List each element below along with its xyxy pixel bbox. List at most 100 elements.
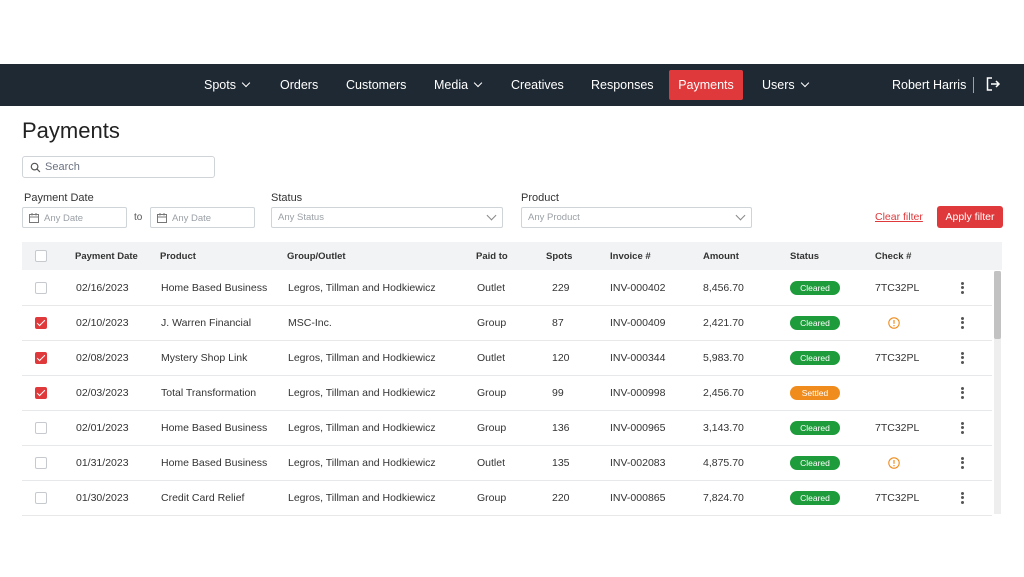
chevron-down-icon [486, 210, 497, 221]
more-options-icon[interactable] [959, 385, 965, 401]
nav-spots[interactable]: Spots [193, 70, 260, 100]
cell-invoice: INV-000998 [610, 387, 666, 399]
calendar-icon [157, 213, 167, 223]
row-checkbox[interactable] [35, 282, 47, 294]
page-title: Payments [22, 118, 120, 143]
header-spots[interactable]: Spots [546, 251, 572, 262]
chevron-down-icon [473, 78, 483, 88]
row-checkbox[interactable] [35, 457, 47, 469]
nav-media[interactable]: Media [423, 70, 492, 100]
cell-payment-date: 02/01/2023 [76, 422, 129, 434]
cell-paid-to: Group [477, 317, 507, 329]
logout-icon[interactable] [985, 76, 1001, 92]
cell-product: J. Warren Financial [161, 317, 252, 329]
search-box [22, 156, 215, 178]
nav-orders[interactable]: Orders [269, 70, 329, 100]
cell-group: Legros, Tillman and Hodkiewicz [288, 422, 436, 434]
apply-filter-button[interactable]: Apply filter [937, 206, 1003, 228]
table-row[interactable]: 02/01/2023 Home Based Business Legros, Til… [22, 411, 992, 446]
cell-invoice: INV-000402 [610, 282, 666, 294]
clear-filter-link[interactable]: Clear filter [875, 211, 923, 223]
more-options-icon[interactable] [959, 350, 965, 366]
cell-amount: 4,875.70 [703, 457, 744, 469]
chevron-down-icon [800, 78, 809, 88]
cell-paid-to: Group [477, 492, 507, 504]
row-checkbox[interactable] [35, 492, 47, 504]
header-group[interactable]: Group/Outlet [287, 251, 346, 262]
more-options-icon[interactable] [959, 315, 965, 331]
status-badge: Cleared [790, 421, 840, 435]
cell-invoice: INV-002083 [610, 457, 666, 469]
row-checkbox[interactable] [35, 352, 47, 364]
nav-payments[interactable]: Payments [669, 70, 743, 100]
date-from-field [22, 207, 127, 228]
status-badge: Settled [790, 386, 840, 400]
header-invoice[interactable]: Invoice # [610, 251, 651, 262]
scrollbar-thumb[interactable] [994, 271, 1001, 339]
cell-paid-to: Outlet [477, 282, 506, 294]
date-to-input[interactable] [172, 211, 247, 225]
cell-spots: 99 [552, 387, 564, 399]
chevron-down-icon [241, 78, 251, 88]
cell-product: Mystery Shop Link [161, 352, 248, 364]
nav-users[interactable]: Users [751, 70, 819, 100]
header-paid-to[interactable]: Paid to [476, 251, 508, 262]
row-checkbox[interactable] [35, 422, 47, 434]
cell-spots: 87 [552, 317, 564, 329]
cell-group: Legros, Tillman and Hodkiewicz [288, 282, 436, 294]
table-row[interactable]: 01/30/2023 Credit Card Relief Legros, Till… [22, 481, 992, 516]
more-options-icon[interactable] [959, 455, 965, 471]
cell-spots: 120 [552, 352, 570, 364]
cell-check: 7TC32PL [875, 492, 920, 504]
date-from-input[interactable] [44, 211, 119, 225]
nav-responses[interactable]: Responses [580, 70, 665, 100]
cell-invoice: INV-000865 [610, 492, 666, 504]
cell-payment-date: 02/10/2023 [76, 317, 129, 329]
search-input[interactable] [45, 159, 210, 175]
cell-paid-to: Outlet [477, 352, 506, 364]
header-payment-date[interactable]: Payment Date [75, 251, 138, 262]
user-name[interactable]: Robert Harris [892, 70, 966, 100]
to-label: to [134, 212, 143, 223]
cell-group: Legros, Tillman and Hodkiewicz [288, 387, 436, 399]
row-checkbox[interactable] [35, 387, 47, 399]
warning-icon[interactable] [888, 457, 900, 469]
table-row[interactable]: 02/03/2023 Total Transformation Legros, Ti… [22, 376, 992, 411]
cell-check: 7TC32PL [875, 352, 920, 364]
table-row[interactable]: 01/31/2023 Home Based Business Legros, Til… [22, 446, 992, 481]
cell-product: Home Based Business [161, 457, 268, 469]
nav-creatives[interactable]: Creatives [500, 70, 575, 100]
header-amount[interactable]: Amount [703, 251, 739, 262]
status-badge: Cleared [790, 456, 840, 470]
cell-invoice: INV-000965 [610, 422, 666, 434]
cell-check: 7TC32PL [875, 422, 920, 434]
cell-product: Total Transformation [161, 387, 257, 399]
nav-customers[interactable]: Customers [335, 70, 417, 100]
product-select[interactable]: Any Product [521, 207, 752, 228]
header-product[interactable]: Product [160, 251, 196, 262]
cell-spots: 136 [552, 422, 570, 434]
cell-group: Legros, Tillman and Hodkiewicz [288, 492, 436, 504]
cell-payment-date: 01/31/2023 [76, 457, 129, 469]
header-status[interactable]: Status [790, 251, 819, 262]
cell-invoice: INV-000344 [610, 352, 666, 364]
cell-check: 7TC32PL [875, 282, 920, 294]
cell-payment-date: 02/16/2023 [76, 282, 129, 294]
header-check[interactable]: Check # [875, 251, 911, 262]
table-row[interactable]: 02/10/2023 J. Warren Financial MSC-Inc. Gro… [22, 306, 992, 341]
payment-date-label: Payment Date [24, 192, 94, 204]
cell-amount: 3,143.70 [703, 422, 744, 434]
more-options-icon[interactable] [959, 420, 965, 436]
table-row[interactable]: 02/08/2023 Mystery Shop Link Legros, Tillm… [22, 341, 992, 376]
cell-amount: 2,456.70 [703, 387, 744, 399]
more-options-icon[interactable] [959, 490, 965, 506]
cell-paid-to: Outlet [477, 457, 506, 469]
select-all-checkbox[interactable] [35, 250, 47, 262]
chevron-down-icon [735, 210, 746, 221]
table-row[interactable]: 02/16/2023 Home Based Business Legros, Til… [22, 271, 992, 306]
row-checkbox[interactable] [35, 317, 47, 329]
status-select[interactable]: Any Status [271, 207, 503, 228]
warning-icon[interactable] [888, 317, 900, 329]
more-options-icon[interactable] [959, 280, 965, 296]
top-navbar: Spots Orders Customers Media Creatives R… [0, 64, 1024, 106]
